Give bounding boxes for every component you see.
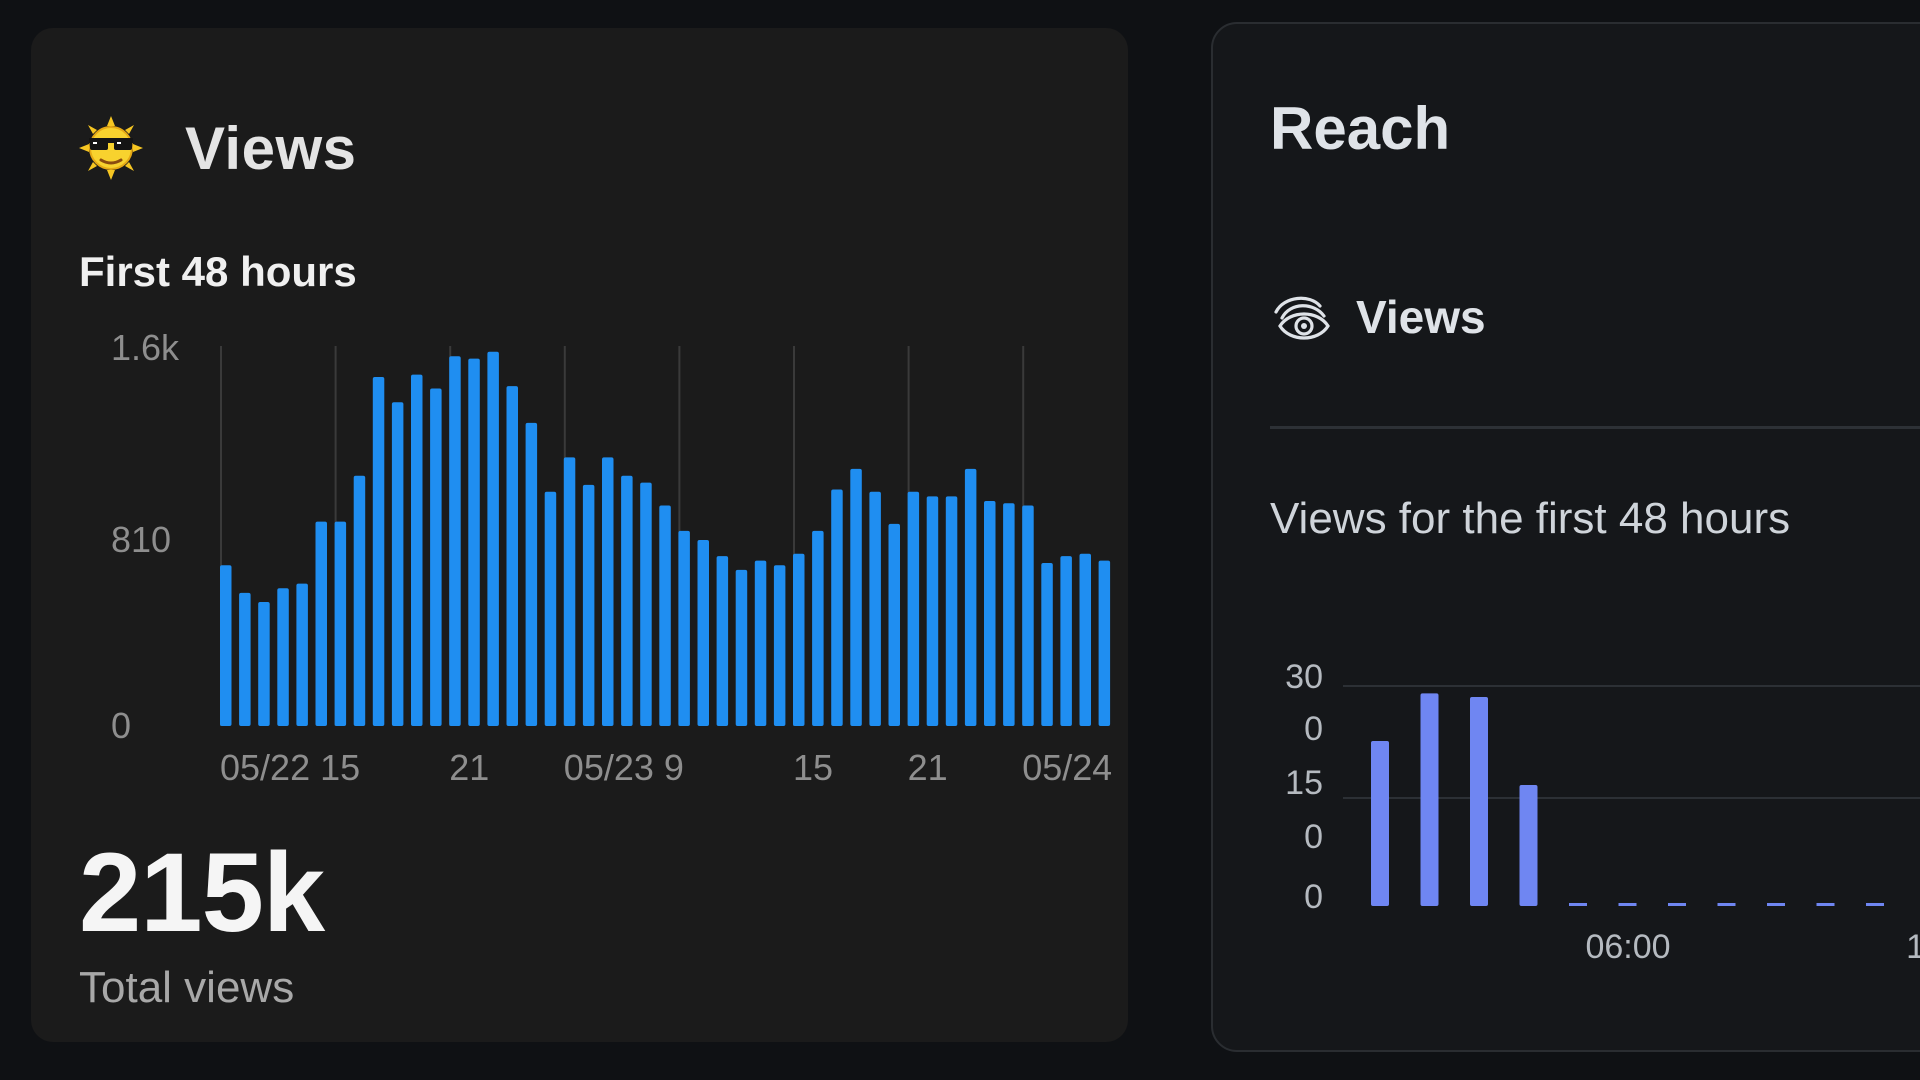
views-bar (277, 588, 289, 726)
views-bar (582, 484, 595, 726)
views-bar (984, 500, 996, 726)
views-bar (793, 553, 805, 726)
reach-card-title: Reach (1270, 95, 1451, 162)
y-tick-label: 810 (111, 519, 171, 560)
views-bar (869, 491, 881, 726)
views-bar (1079, 553, 1091, 726)
y-tick-label: 0 (111, 705, 131, 746)
views-bar (831, 489, 843, 726)
views-bar (773, 565, 786, 726)
views-bar (239, 592, 251, 726)
views-bar (1003, 503, 1015, 726)
reach-bar-zero (1569, 903, 1587, 906)
views-bar (754, 560, 767, 726)
views-bar (659, 505, 671, 726)
views-bar (506, 386, 518, 726)
views-bar (296, 583, 308, 726)
x-tick-label: 21 (449, 747, 489, 788)
views-bar (964, 468, 977, 726)
x-tick-label: 21 (908, 747, 948, 788)
y-tick-label: 15 (1285, 764, 1323, 802)
stats-screen: Views First 48 hours 1.6k 810 0 05/22 15 21 0… (0, 0, 1920, 1080)
y-tick-label: 30 (1285, 658, 1323, 696)
reach-bar (1470, 697, 1488, 906)
x-tick-label: 06:00 (1585, 928, 1670, 966)
x-tick-label: 05/22 15 (220, 747, 360, 788)
reach-bar-zero (1717, 903, 1736, 906)
views-bar (888, 523, 900, 726)
x-tick-label: 05/23 9 (564, 747, 684, 788)
reach-bar-zero (1767, 903, 1785, 906)
views-bar (697, 540, 709, 726)
y-tick-label: 0 (1304, 878, 1323, 916)
views-bar (430, 388, 442, 726)
views-bar (926, 496, 939, 726)
views-bar (563, 457, 576, 726)
views-bar (907, 491, 920, 726)
reach-bar (1420, 693, 1439, 906)
views-bar (1022, 505, 1034, 726)
views-bar (487, 351, 499, 726)
views-bar (353, 475, 366, 726)
reach-views-bar-chart[interactable]: 30 0 15 0 0 06:00 12 (1213, 644, 1920, 984)
views-card-header: Views (79, 88, 357, 208)
reach-views-section[interactable]: Views (1270, 286, 1486, 348)
views-bar (220, 565, 232, 726)
reach-bar-zero (1618, 903, 1637, 906)
views-bar (812, 530, 824, 726)
y-tick-label: 0 (1304, 710, 1323, 748)
views-bar (411, 374, 423, 726)
views-bar (716, 556, 729, 726)
sunglasses-sun-icon (79, 116, 143, 180)
views-bar (621, 475, 633, 726)
reach-card[interactable]: Reach Views Views for the first 48 hours… (1211, 22, 1920, 1052)
views-bar (449, 356, 461, 726)
x-tick-label: 05/24 (1022, 747, 1111, 788)
reach-bar-zero (1816, 903, 1835, 906)
reach-bar (1519, 785, 1538, 906)
views-bar (334, 521, 347, 726)
views-bar (372, 376, 385, 726)
x-tick-label: 15 (793, 747, 833, 788)
total-views-value: 215k (79, 830, 325, 955)
section-divider (1270, 426, 1920, 429)
reach-bar (1371, 741, 1389, 906)
views-bar (525, 422, 538, 726)
reach-description: Views for the first 48 hours (1270, 494, 1791, 543)
views-bar (468, 358, 480, 726)
views-bar (735, 569, 748, 726)
views-bar (678, 530, 690, 726)
y-tick-label: 0 (1304, 818, 1323, 856)
views-bar (602, 457, 614, 726)
eye-icon (1274, 296, 1330, 340)
views-bar (391, 402, 404, 726)
views-card-title: Views (185, 114, 357, 182)
views-bar (945, 496, 958, 726)
views-bar (1041, 562, 1053, 726)
views-bar (1060, 556, 1072, 726)
views-bar (258, 602, 270, 726)
chart-subtitle: First 48 hours (79, 248, 357, 295)
views-bar (850, 468, 862, 726)
views-card[interactable]: Views First 48 hours 1.6k 810 0 05/22 15 21 0… (31, 28, 1128, 1042)
reach-views-label: Views (1356, 291, 1486, 343)
views-48h-bar-chart[interactable]: 1.6k 810 0 05/22 15 21 05/23 9 15 21 05/24 (71, 318, 1111, 788)
total-views-label: Total views (79, 963, 295, 1012)
views-bar (315, 521, 327, 726)
reach-bar-zero (1866, 903, 1884, 906)
x-tick-label: 12 (1906, 928, 1920, 966)
views-bar (640, 482, 652, 726)
views-bar (544, 491, 557, 726)
y-tick-label: 1.6k (111, 327, 180, 368)
views-bar (1098, 560, 1111, 726)
reach-bar-zero (1668, 903, 1686, 906)
